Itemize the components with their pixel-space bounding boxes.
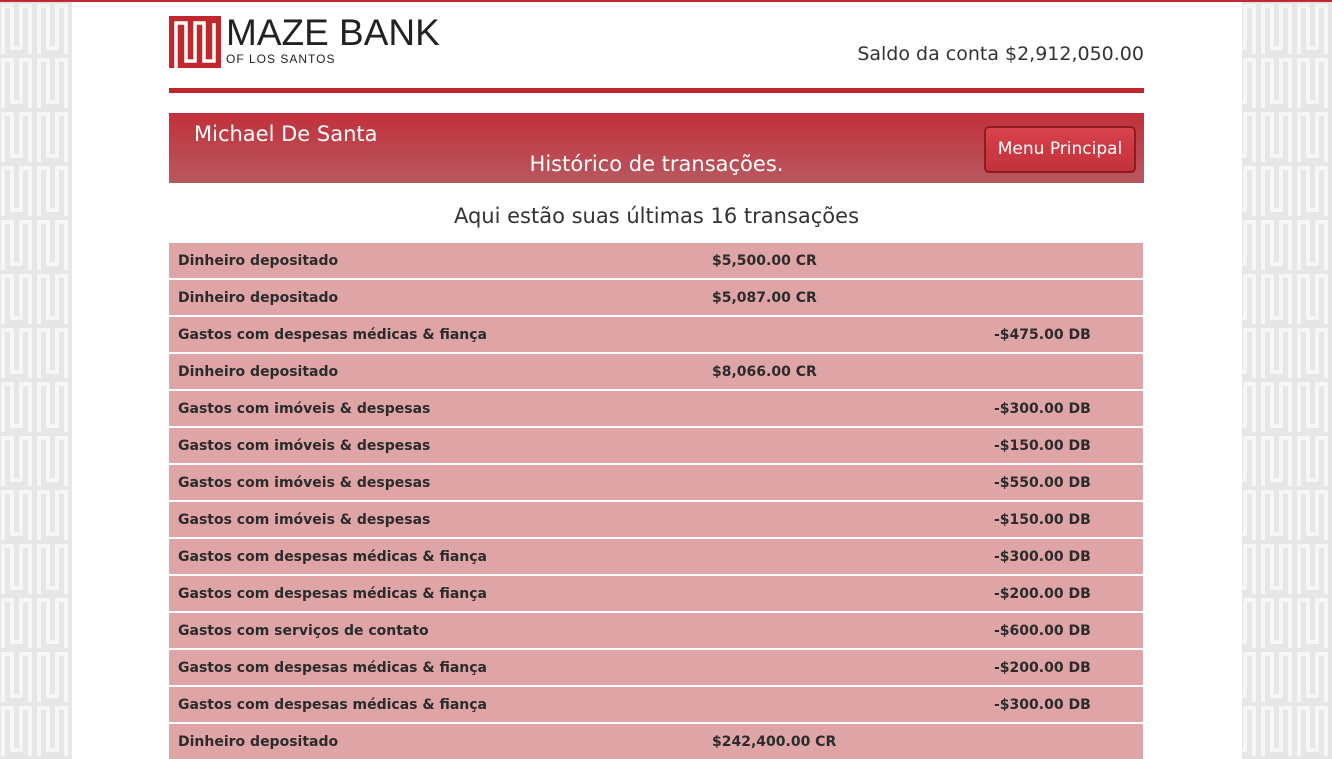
transaction-debit: -$300.00 DB: [994, 549, 1091, 565]
maze-bank-logo[interactable]: MAZE BANK OF LOS SANTOS: [169, 12, 459, 70]
table-row: Dinheiro depositado $5,500.00 CR: [169, 243, 1143, 278]
main-menu-button[interactable]: Menu Principal: [984, 126, 1136, 173]
table-row: Gastos com imóveis & despesas -$150.00 DB: [169, 428, 1143, 463]
maze-logo-icon: [169, 16, 221, 68]
transaction-description: Dinheiro depositado: [178, 364, 339, 380]
account-balance: Saldo da conta $2,912,050.00: [857, 43, 1144, 65]
transaction-description: Gastos com imóveis & despesas: [178, 475, 431, 491]
brand-name: MAZE BANK: [226, 12, 440, 53]
transaction-credit: $5,500.00 CR: [712, 253, 817, 269]
table-row: Dinheiro depositado $8,066.00 CR: [169, 354, 1143, 389]
transaction-debit: -$600.00 DB: [994, 623, 1091, 639]
transaction-credit: $242,400.00 CR: [712, 734, 837, 750]
transaction-debit: -$200.00 DB: [994, 660, 1091, 676]
table-row: Gastos com imóveis & despesas -$300.00 DB: [169, 391, 1143, 426]
transaction-description: Gastos com despesas médicas & fiança: [178, 697, 487, 713]
transaction-description: Gastos com despesas médicas & fiança: [178, 327, 487, 343]
table-row: Gastos com despesas médicas & fiança -$30…: [169, 539, 1143, 574]
page-banner: Michael De Santa Histórico de transações…: [169, 113, 1144, 183]
transaction-description: Gastos com imóveis & despesas: [178, 401, 431, 417]
table-row: Gastos com imóveis & despesas -$150.00 DB: [169, 502, 1143, 537]
table-row: Gastos com serviços de contato -$600.00 D…: [169, 613, 1143, 648]
transaction-debit: -$300.00 DB: [994, 697, 1091, 713]
table-row: Gastos com imóveis & despesas -$550.00 DB: [169, 465, 1143, 500]
table-row: Gastos com despesas médicas & fiança -$47…: [169, 317, 1143, 352]
transactions-heading: Aqui estão suas últimas 16 transações: [453, 204, 860, 228]
transactions-table: Dinheiro depositado $5,500.00 CR Dinheiro …: [169, 243, 1144, 759]
transaction-description: Gastos com despesas médicas & fiança: [178, 549, 487, 565]
table-row: Dinheiro depositado $242,400.00 CR: [169, 724, 1143, 759]
transaction-description: Gastos com imóveis & despesas: [178, 512, 431, 528]
transaction-credit: $5,087.00 CR: [712, 290, 817, 306]
transaction-description: Dinheiro depositado: [178, 734, 339, 750]
table-row: Dinheiro depositado $5,087.00 CR: [169, 280, 1143, 315]
top-accent-line: [0, 0, 1332, 2]
transaction-description: Gastos com imóveis & despesas: [178, 438, 431, 454]
page-container: MAZE BANK OF LOS SANTOS Saldo da conta $2…: [72, 0, 1242, 759]
transaction-description: Dinheiro depositado: [178, 253, 339, 269]
header-divider: [169, 88, 1144, 93]
transaction-debit: -$300.00 DB: [994, 401, 1091, 417]
table-row: Gastos com despesas médicas & fiança -$30…: [169, 687, 1143, 722]
balance-value: $2,912,050.00: [1004, 43, 1144, 65]
transaction-description: Gastos com despesas médicas & fiança: [178, 660, 487, 676]
table-row: Gastos com despesas médicas & fiança -$20…: [169, 576, 1143, 611]
transaction-description: Dinheiro depositado: [178, 290, 339, 306]
transaction-debit: -$475.00 DB: [994, 327, 1091, 343]
table-row: Gastos com despesas médicas & fiança -$20…: [169, 650, 1143, 685]
transaction-description: Gastos com serviços de contato: [178, 623, 429, 639]
brand-subtitle: OF LOS SANTOS: [226, 52, 336, 66]
transaction-credit: $8,066.00 CR: [712, 364, 817, 380]
transaction-debit: -$200.00 DB: [994, 586, 1091, 602]
balance-label: Saldo da conta: [857, 43, 999, 65]
transaction-debit: -$150.00 DB: [994, 438, 1091, 454]
transaction-debit: -$150.00 DB: [994, 512, 1091, 528]
user-name: Michael De Santa: [194, 122, 378, 146]
transaction-description: Gastos com despesas médicas & fiança: [178, 586, 487, 602]
transaction-debit: -$550.00 DB: [994, 475, 1091, 491]
